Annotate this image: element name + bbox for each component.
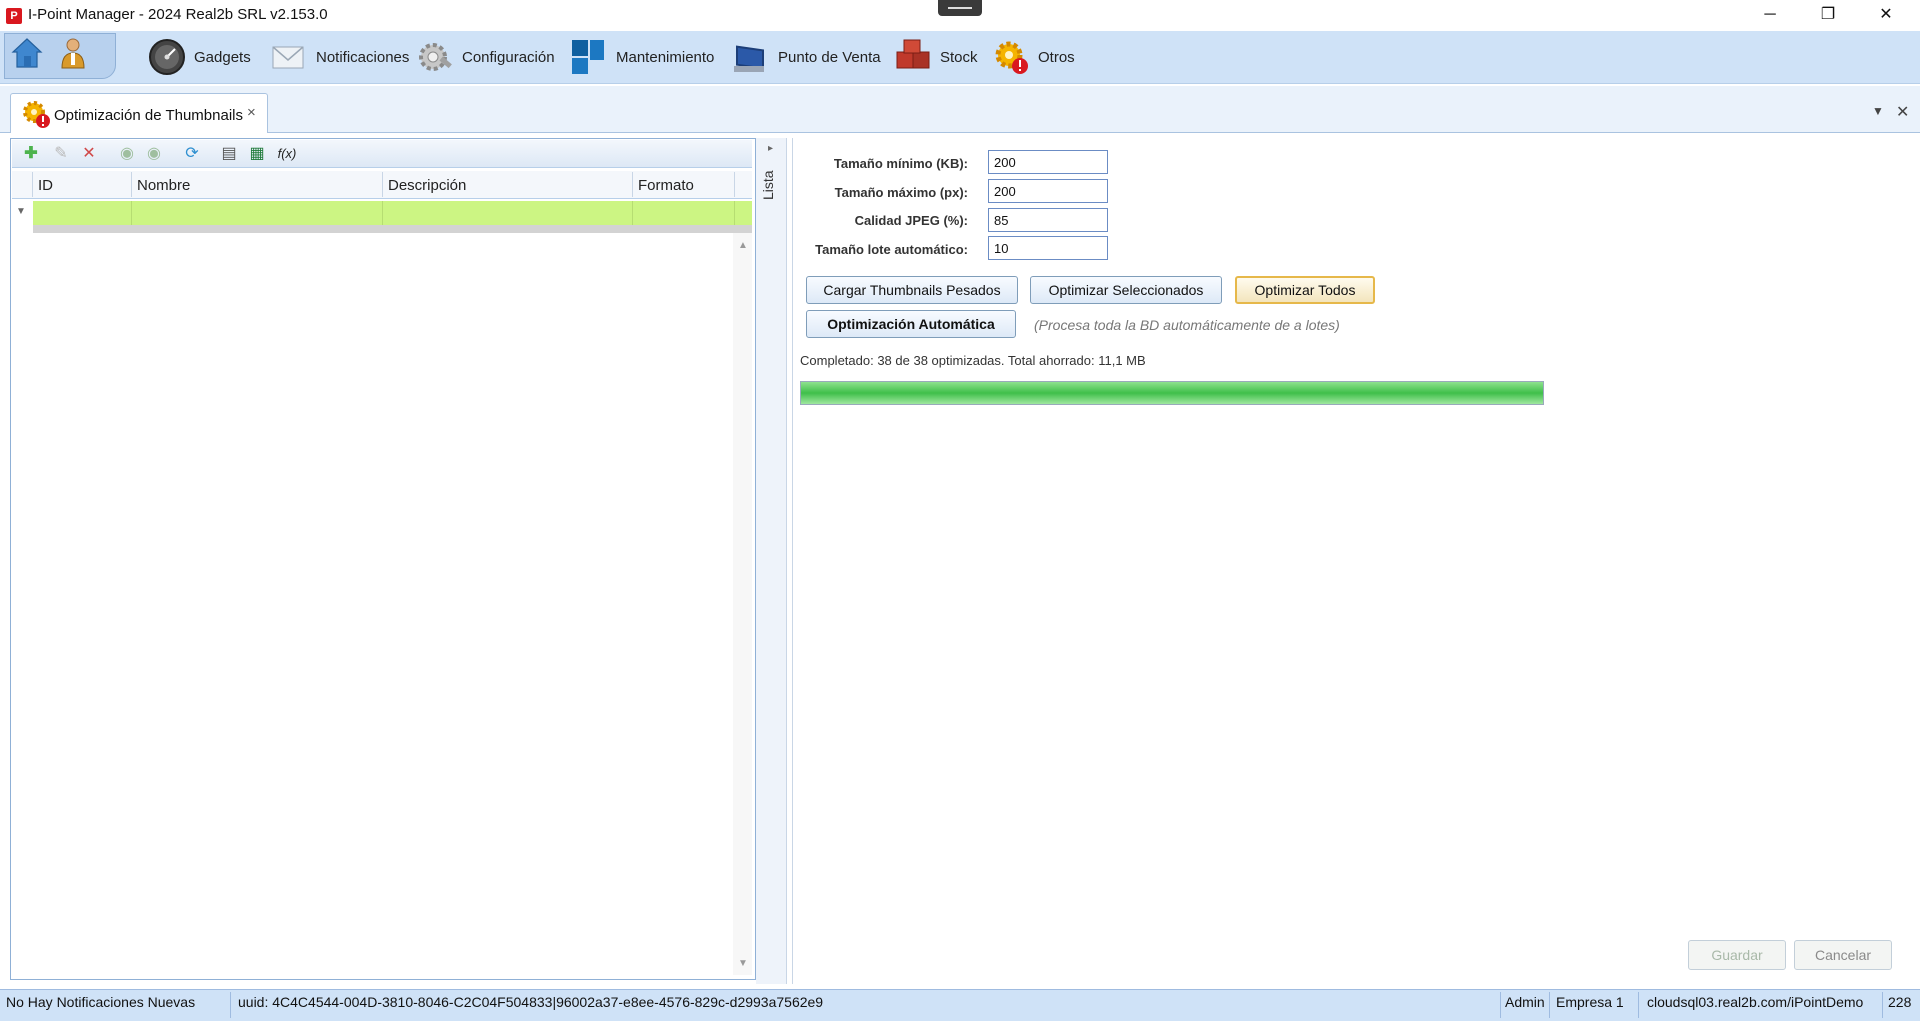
- ribbon-item-stock[interactable]: Stock: [894, 31, 978, 83]
- horizontal-scrollbar[interactable]: [33, 225, 752, 233]
- filter-cell-divider: [382, 201, 383, 225]
- column-divider[interactable]: [131, 172, 132, 197]
- form-panel: [792, 138, 1913, 984]
- status-divider: [1549, 992, 1550, 1018]
- ribbon-item-label: Stock: [940, 48, 978, 66]
- column-divider[interactable]: [734, 172, 735, 197]
- uuid-status: uuid: 4C4C4544-004D-3810-8046-C2C04F5048…: [238, 994, 824, 1010]
- prev-icon[interactable]: ◉: [116, 144, 138, 164]
- cancelar-button[interactable]: Cancelar: [1794, 940, 1892, 970]
- progress-fill: [801, 382, 1543, 404]
- user-status: Admin: [1505, 994, 1545, 1010]
- tab-close-icon[interactable]: ×: [247, 104, 256, 121]
- app-logo-icon: P: [6, 8, 22, 24]
- tiles-icon: [570, 38, 608, 76]
- auto-hint-text: (Procesa toda la BD automáticamente de a…: [1034, 317, 1340, 333]
- tab-label: Optimización de Thumbnails: [54, 107, 243, 124]
- field-label-tamano-maximo: Tamaño máximo (px):: [834, 185, 968, 200]
- optimizar-todos-button[interactable]: Optimizar Todos: [1235, 276, 1375, 304]
- filter-cell-divider: [632, 201, 633, 225]
- ribbon-item-punto-de-venta[interactable]: Punto de Venta: [732, 31, 881, 83]
- ribbon-item-label: Punto de Venta: [778, 48, 881, 66]
- progress-bar: [800, 381, 1544, 405]
- column-divider[interactable]: [632, 172, 633, 197]
- close-window-button[interactable]: ✕: [1858, 0, 1914, 30]
- tamano-maximo-input[interactable]: [988, 179, 1108, 203]
- ribbon-item-label: Notificaciones: [316, 48, 410, 66]
- expand-arrow-icon[interactable]: ▸: [768, 143, 773, 154]
- gear-alert-icon: [20, 98, 52, 133]
- pos-monitor-icon: [732, 38, 770, 76]
- column-divider: [32, 172, 33, 197]
- optimization-status: Completado: 38 de 38 optimizadas. Total …: [800, 353, 1146, 368]
- ribbon-item-mantenimiento[interactable]: Mantenimiento: [570, 31, 714, 83]
- gear-wrench-icon: [416, 38, 454, 76]
- gear-alert-icon: [992, 38, 1030, 76]
- ribbon-item-configuracion[interactable]: Configuración: [416, 31, 555, 83]
- extra-status: 228: [1888, 994, 1912, 1010]
- grid-filter-row[interactable]: [33, 201, 752, 225]
- ribbon-item-gadgets[interactable]: Gadgets: [148, 31, 251, 83]
- guardar-button[interactable]: Guardar: [1688, 940, 1786, 970]
- status-divider: [1638, 992, 1639, 1018]
- lista-label[interactable]: Lista: [760, 170, 776, 200]
- tamano-minimo-input[interactable]: [988, 150, 1108, 174]
- tab-menu-icon[interactable]: ▼: [1872, 104, 1884, 118]
- scroll-down-icon[interactable]: ▼: [738, 958, 748, 969]
- speedometer-icon: [148, 38, 186, 76]
- optimizar-seleccionados-button[interactable]: Optimizar Seleccionados: [1030, 276, 1222, 304]
- delete-icon[interactable]: ✕: [78, 144, 100, 164]
- home-icon[interactable]: [10, 36, 44, 73]
- status-divider: [1882, 992, 1883, 1018]
- field-label-tamano-minimo: Tamaño mínimo (KB):: [833, 156, 968, 171]
- boxes-icon: [894, 38, 932, 76]
- column-header-id[interactable]: ID: [38, 177, 53, 194]
- document-tab-bar: [0, 86, 1920, 133]
- user-icon[interactable]: [56, 36, 90, 73]
- column-header-formato[interactable]: Formato: [638, 177, 694, 194]
- close-all-tabs-icon[interactable]: ✕: [1896, 102, 1909, 122]
- column-header-nombre[interactable]: Nombre: [137, 177, 190, 194]
- export-doc-icon[interactable]: ▤: [218, 144, 240, 164]
- grid-panel: [10, 138, 756, 980]
- ribbon-item-notificaciones[interactable]: Notificaciones: [270, 31, 409, 83]
- calidad-jpeg-input[interactable]: [988, 208, 1108, 232]
- scroll-up-icon[interactable]: ▲: [738, 240, 748, 251]
- formula-icon[interactable]: f(x): [276, 144, 298, 164]
- ribbon-item-label: Configuración: [462, 48, 555, 66]
- lista-side-panel[interactable]: [756, 138, 787, 984]
- column-divider[interactable]: [382, 172, 383, 197]
- vertical-scrollbar[interactable]: [733, 233, 752, 975]
- filter-row-indicator-icon: ▼: [16, 206, 26, 217]
- add-icon[interactable]: ✚: [20, 144, 42, 164]
- export-excel-icon[interactable]: ▦: [246, 144, 268, 164]
- window-grip-handle[interactable]: [938, 0, 982, 16]
- field-label-calidad-jpeg: Calidad JPEG (%):: [854, 213, 968, 228]
- minimize-button[interactable]: ─: [1742, 0, 1798, 30]
- restore-button[interactable]: ❐: [1800, 0, 1856, 30]
- ribbon-item-label: Gadgets: [194, 48, 251, 66]
- status-divider: [1500, 992, 1501, 1018]
- company-status: Empresa 1: [1556, 994, 1624, 1010]
- envelope-icon: [270, 38, 308, 76]
- refresh-icon[interactable]: ⟳: [181, 144, 203, 164]
- next-icon[interactable]: ◉: [143, 144, 165, 164]
- optimizacion-automatica-button[interactable]: Optimización Automática: [806, 310, 1016, 338]
- filter-cell-divider: [734, 201, 735, 225]
- ribbon-item-otros[interactable]: Otros: [992, 31, 1075, 83]
- ribbon-item-label: Mantenimiento: [616, 48, 715, 66]
- filter-cell-divider: [131, 201, 132, 225]
- notifications-status[interactable]: No Hay Notificaciones Nuevas: [6, 994, 195, 1010]
- cargar-thumbnails-button[interactable]: Cargar Thumbnails Pesados: [806, 276, 1018, 304]
- edit-icon[interactable]: ✎: [50, 144, 72, 164]
- ribbon-item-label: Otros: [1038, 48, 1075, 66]
- window-title: I-Point Manager - 2024 Real2b SRL v2.153…: [28, 6, 328, 23]
- column-header-descripcion[interactable]: Descripción: [388, 177, 466, 194]
- field-label-tamano-lote: Tamaño lote automático:: [815, 242, 968, 257]
- server-status: cloudsql03.real2b.com/iPointDemo: [1647, 994, 1864, 1010]
- status-divider: [230, 992, 231, 1018]
- tamano-lote-input[interactable]: [988, 236, 1108, 260]
